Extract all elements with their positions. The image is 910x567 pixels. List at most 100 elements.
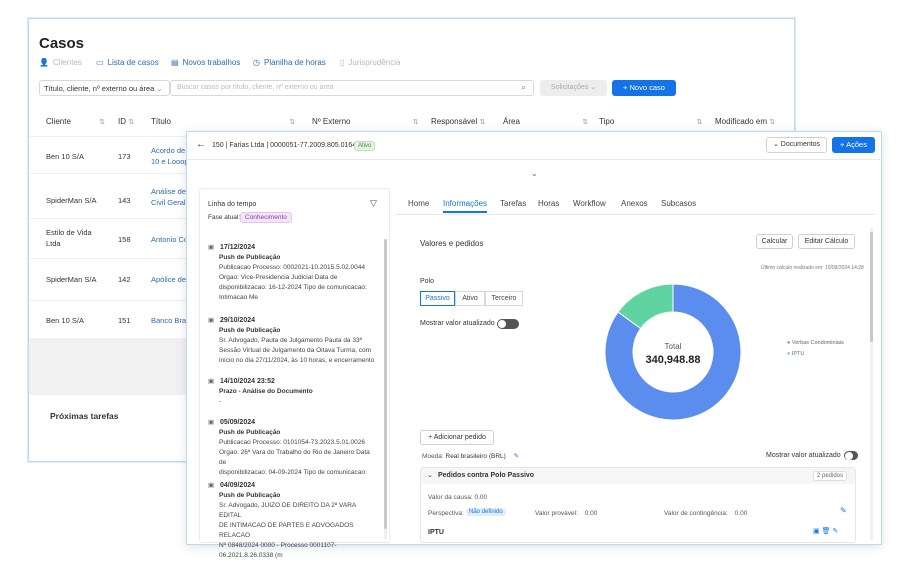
cell-titulo-link[interactable]: Acordo de: [151, 146, 185, 155]
legend-dot-icon: ●: [787, 340, 791, 346]
acoes-button[interactable]: + Ações: [832, 137, 875, 153]
fase-label: Fase atual:: [208, 214, 241, 221]
tab-tarefas[interactable]: Tarefas: [500, 199, 526, 208]
col-responsavel[interactable]: Responsável ⇅: [431, 117, 485, 126]
donut-chart: [604, 283, 742, 421]
trash-icon[interactable]: 🗑: [822, 528, 831, 535]
mostrar-valor-toggle-2[interactable]: [844, 451, 858, 460]
timeline-panel: Linha do tempo ▽ Fase atual: Conheciment…: [199, 188, 390, 559]
col-titulo[interactable]: Título ⇅: [151, 117, 295, 126]
timeline-item[interactable]: ▣ 17/12/2024 Push de Publicação Publicac…: [208, 243, 378, 303]
pedidos-header[interactable]: ⌄ Pedidos contra Polo Passivo 2 pedidos: [421, 468, 855, 484]
chevron-down-icon: ⌄: [427, 472, 433, 479]
nav-jurisprudencia[interactable]: ▯ Jurisprudência: [340, 58, 400, 67]
proximas-tarefas-title: Próximas tarefas: [50, 411, 119, 421]
col-tipo[interactable]: Tipo ⇅: [599, 117, 702, 126]
sort-icon: ⇅: [99, 119, 106, 126]
nav-lista-de-casos[interactable]: ▭ Lista de casos: [96, 58, 159, 67]
polo-ativo-button[interactable]: Ativo: [455, 291, 485, 306]
edit-icon[interactable]: ✎: [514, 453, 519, 460]
sort-icon: ⇅: [479, 119, 486, 126]
clock-icon: ▣: [208, 378, 215, 385]
donut-total-value: 340,948.88: [645, 354, 701, 366]
timeline-item[interactable]: ▣ 29/10/2024 Push de Publicação Sr. Advo…: [208, 316, 378, 366]
cell-titulo-link[interactable]: Banco Brad: [151, 316, 190, 325]
page-title: Casos: [39, 35, 85, 52]
tab-subcasos[interactable]: Subcasos: [661, 199, 696, 208]
save-icon[interactable]: ▣: [813, 528, 820, 535]
pedido-name: IPTU: [428, 529, 444, 536]
cell-titulo-link[interactable]: Civil Geral: [151, 198, 186, 207]
collapse-chevron-icon[interactable]: ⌄: [531, 169, 538, 178]
cell-id: 142: [118, 275, 131, 284]
document-icon: ▤: [171, 57, 179, 67]
tab-informacoes[interactable]: Informações: [443, 199, 487, 208]
polo-label: Polo: [420, 278, 435, 285]
pedidos-count-badge: 2 pedidos: [813, 471, 848, 481]
case-title: 150 | Farias Ltda | 0000051-77.2009.805.…: [212, 142, 357, 149]
cell-titulo-link[interactable]: Análise de: [151, 187, 186, 196]
cell-cliente: SpiderMan S/A: [46, 196, 97, 205]
sort-icon: ⇅: [128, 119, 135, 126]
cell-titulo-link[interactable]: 10 e Looop: [151, 157, 189, 166]
nav-clientes[interactable]: 👤 Clientes: [39, 58, 82, 67]
solicitacoes-button[interactable]: Solicitações ⌄: [540, 80, 607, 96]
clock-icon: ◷: [253, 57, 260, 67]
back-arrow-icon[interactable]: ←: [196, 139, 206, 150]
edit-icon[interactable]: ✎: [832, 528, 838, 535]
col-modificado-em[interactable]: Modificado em ⇅: [715, 117, 775, 126]
perspectiva-badge: Não definido: [466, 508, 506, 516]
cell-titulo-link[interactable]: Apólice de: [151, 275, 186, 284]
col-cliente[interactable]: Cliente ⇅: [46, 117, 105, 126]
cell-cliente: Ben 10 S/A: [46, 152, 84, 161]
calcular-button[interactable]: Calcular: [756, 234, 793, 249]
cell-id: 151: [118, 316, 131, 325]
adicionar-pedido-button[interactable]: + Adicionar pedido: [420, 430, 494, 445]
tab-home[interactable]: Home: [408, 199, 429, 208]
search-input[interactable]: Buscar casos por título, cliente, nº ext…: [170, 80, 534, 96]
moeda-field[interactable]: Moeda: Real brasileiro (BRL) ✎: [422, 452, 519, 460]
polo-terceiro-button[interactable]: Terceiro: [485, 291, 523, 306]
calendar-icon: ▣: [208, 244, 215, 251]
search-icon[interactable]: ⌕: [521, 82, 526, 93]
user-icon: 👤: [39, 57, 49, 67]
col-id[interactable]: ID ⇅: [118, 117, 134, 126]
cell-titulo-link[interactable]: Antonio Co: [151, 235, 188, 244]
scrollbar[interactable]: [384, 239, 387, 539]
cell-id: 173: [118, 152, 131, 161]
tab-anexos[interactable]: Anexos: [621, 199, 648, 208]
polo-passivo-button[interactable]: Passivo: [420, 291, 455, 306]
chevron-down-icon: ⌄: [156, 84, 163, 93]
tab-workflow[interactable]: Workflow: [573, 199, 606, 208]
sort-icon: ⇅: [412, 119, 419, 126]
case-detail-window: ← 150 | Farias Ltda | 0000051-77.2009.80…: [186, 131, 883, 559]
legend-dot-icon: ●: [787, 351, 791, 357]
novo-caso-button[interactable]: + Novo caso: [612, 80, 676, 96]
ultimo-calculo: Último cálculo realizado em: 10/09/2024 …: [761, 265, 864, 271]
filter-icon[interactable]: ▽: [370, 198, 377, 209]
nav-planilha-de-horas[interactable]: ◷ Planilha de horas: [253, 58, 326, 67]
timeline-title: Linha do tempo: [208, 201, 257, 208]
col-n-externo[interactable]: Nº Externo ⇅: [312, 117, 419, 126]
nav-novos-trabalhos[interactable]: ▤ Novos trabalhos: [171, 58, 240, 67]
tab-horas[interactable]: Horas: [538, 199, 559, 208]
book-icon: ▯: [340, 57, 345, 67]
documentos-button[interactable]: ⌄ Documentos: [766, 137, 827, 153]
sort-icon: ⇅: [696, 119, 703, 126]
sort-icon: ⇅: [582, 119, 589, 126]
timeline-item[interactable]: ▣ 05/09/2024 Push de Publicação Publicac…: [208, 418, 378, 478]
donut-total-label: Total: [664, 342, 682, 351]
calendar-icon: ▣: [208, 482, 215, 489]
pedido-actions: ▣ 🗑 ✎: [813, 527, 838, 535]
scrollbar[interactable]: [870, 228, 873, 540]
info-panel: Home Informações Tarefas Horas Workflow …: [395, 188, 875, 543]
editar-calculo-button[interactable]: Editar Cálculo: [798, 234, 855, 249]
filter-select[interactable]: Título, cliente, nº externo ou área ⌄: [39, 80, 170, 96]
timeline-item[interactable]: ▣ 14/10/2024 23:52 Prazo - Análise do Do…: [208, 377, 378, 407]
edit-icon[interactable]: ✎: [840, 506, 847, 515]
cell-cliente: Ltda: [46, 239, 61, 248]
timeline-item[interactable]: ▣ 04/09/2024 Push de Publicação Sr. Advo…: [208, 481, 378, 561]
mostrar-valor-toggle[interactable]: [497, 319, 519, 329]
fase-badge: Conhecimento: [240, 212, 292, 223]
col-area[interactable]: Área ⇅: [503, 117, 588, 126]
